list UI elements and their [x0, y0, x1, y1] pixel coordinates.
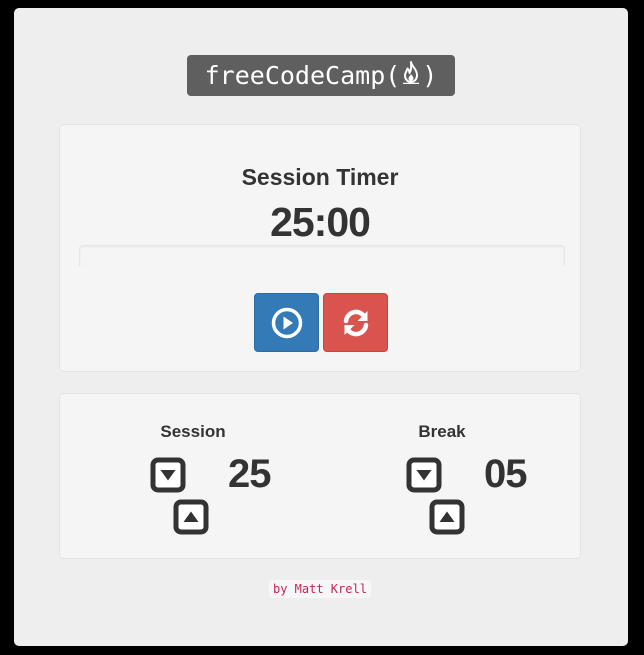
caret-square-down-icon — [150, 457, 186, 493]
timer-title: Session Timer — [241, 164, 399, 190]
freecodecamp-logo: freeCodeCamp() — [187, 55, 455, 96]
app-window: freeCodeCamp() Session Timer 25:00 Sessi… — [14, 8, 628, 646]
break-value: 05 — [484, 452, 527, 496]
progress-bar — [79, 245, 565, 266]
timer-panel: Session Timer 25:00 — [59, 124, 581, 372]
caret-square-up-icon — [173, 499, 209, 535]
fire-icon — [400, 55, 422, 96]
logo-text-after: ) — [422, 61, 438, 90]
break-decrement-button[interactable] — [406, 457, 442, 493]
logo-text-before: freeCodeCamp( — [204, 61, 401, 90]
session-increment-button[interactable] — [173, 499, 209, 535]
caret-square-down-icon — [406, 457, 442, 493]
refresh-icon — [343, 309, 368, 336]
caret-square-up-icon — [429, 499, 465, 535]
session-decrement-button[interactable] — [150, 457, 186, 493]
reset-button[interactable] — [323, 293, 388, 352]
session-setting: Session 25 — [138, 394, 338, 560]
play-button[interactable] — [254, 293, 319, 352]
settings-panel: Session 25 Break 05 — [59, 393, 581, 559]
timer-display: 25:00 — [270, 199, 371, 245]
break-setting: Break 05 — [394, 394, 594, 560]
break-increment-button[interactable] — [429, 499, 465, 535]
play-circle-icon — [271, 307, 302, 338]
break-label: Break — [418, 422, 466, 441]
session-value: 25 — [228, 452, 271, 496]
author-credit: by Matt Krell — [269, 580, 371, 598]
session-label: Session — [160, 422, 226, 441]
